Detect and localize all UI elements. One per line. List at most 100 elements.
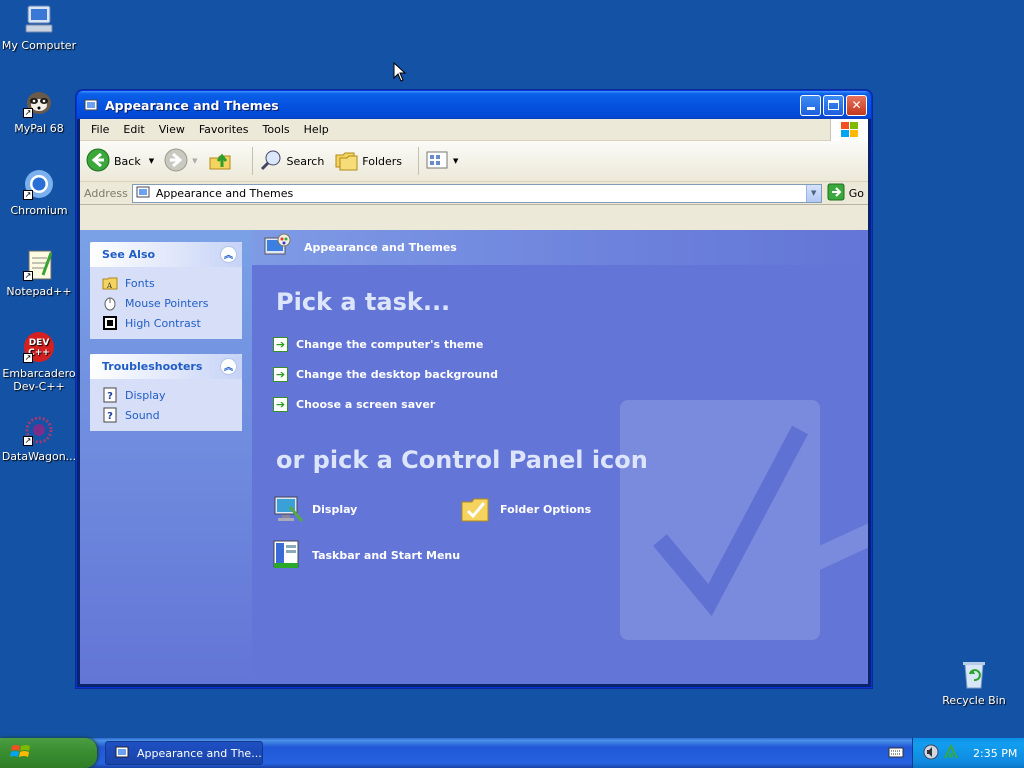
go-arrow-icon <box>827 183 845 204</box>
window-title: Appearance and Themes <box>105 97 279 113</box>
svg-text:?: ? <box>107 391 113 402</box>
cp-icon-folder-options[interactable]: Folder Options <box>460 493 591 525</box>
link-fonts[interactable]: A Fonts <box>102 273 230 293</box>
link-display-troubleshooter[interactable]: ? Display <box>102 385 230 405</box>
views-icon <box>425 149 449 174</box>
folders-label: Folders <box>362 154 403 168</box>
task-screen-saver[interactable]: ➔ Choose a screen saver <box>273 397 435 412</box>
pick-task-heading: Pick a task... <box>276 288 451 316</box>
collapse-chevron-icon[interactable]: ︽ <box>220 246 237 263</box>
menu-help[interactable]: Help <box>297 123 336 136</box>
troubleshooters-title: Troubleshooters <box>102 360 203 373</box>
desktop-icon-mypal[interactable]: ↗ MyPal 68 <box>0 86 78 135</box>
address-page-icon <box>135 184 151 203</box>
link-label: Sound <box>125 408 160 422</box>
menu-favorites[interactable]: Favorites <box>192 123 256 136</box>
desktop-icon-my-computer[interactable]: My Computer <box>0 3 78 52</box>
datawagon-icon: ↗ <box>23 414 55 446</box>
task-label: Change the desktop background <box>296 368 498 381</box>
standard-toolbar: Back ▼ ▼ Search Folders ▼ <box>80 141 868 182</box>
forward-arrow-icon <box>164 148 188 175</box>
cp-icon-label: Folder Options <box>500 502 592 516</box>
desktop-icon-notepadpp[interactable]: ↗ Notepad++ <box>0 249 78 298</box>
menu-tools[interactable]: Tools <box>256 123 297 136</box>
desktop-icon-label: Chromium <box>10 204 68 217</box>
mouse-icon <box>102 295 118 311</box>
views-button[interactable]: ▼ <box>425 149 458 174</box>
title-bar[interactable]: Appearance and Themes ✕ <box>77 91 871 119</box>
window-client: File Edit View Favorites Tools Help Back… <box>80 119 868 684</box>
windows-flag-icon <box>10 742 32 765</box>
computer-icon <box>23 3 55 35</box>
desktop-icon-label: Recycle Bin <box>942 694 1006 707</box>
address-label: Address <box>84 186 128 200</box>
cp-icon-taskbar-start-menu[interactable]: Taskbar and Start Menu <box>272 539 460 571</box>
fonts-folder-icon: A <box>102 275 118 291</box>
link-label: High Contrast <box>125 316 201 330</box>
back-dropdown-icon[interactable]: ▼ <box>149 157 154 165</box>
minimize-icon <box>806 107 815 110</box>
keyboard-icon[interactable] <box>888 744 904 760</box>
back-button[interactable]: Back ▼ <box>86 148 154 175</box>
network-icon[interactable] <box>943 743 959 763</box>
link-mouse-pointers[interactable]: Mouse Pointers <box>102 293 230 313</box>
troubleshooters-header[interactable]: Troubleshooters ︽ <box>90 354 242 379</box>
address-field[interactable]: Appearance and Themes ▼ <box>131 183 822 203</box>
address-dropdown-icon[interactable]: ▼ <box>805 184 821 202</box>
control-panel-icon <box>83 97 99 113</box>
desktop-icon-label: Notepad++ <box>6 285 72 298</box>
desktop-icon-chromium[interactable]: ↗ Chromium <box>0 168 78 217</box>
task-pane: See Also ︽ A Fonts Mouse Pointers High C… <box>80 230 252 684</box>
desktop-icon-datawagon[interactable]: ↗ DataWagon... <box>0 414 78 463</box>
task-arrow-icon: ➔ <box>273 337 288 352</box>
go-button[interactable]: Go <box>827 183 864 204</box>
close-icon: ✕ <box>851 98 862 112</box>
shortcut-arrow-icon: ↗ <box>23 271 33 281</box>
shortcut-arrow-icon: ↗ <box>23 108 33 118</box>
see-also-header[interactable]: See Also ︽ <box>90 242 242 267</box>
start-button[interactable] <box>0 738 97 768</box>
high-contrast-icon <box>102 315 118 331</box>
forward-button[interactable]: ▼ <box>164 148 198 175</box>
taskbar-window-button[interactable]: Appearance and The... <box>105 741 263 765</box>
task-change-background[interactable]: ➔ Change the desktop background <box>273 367 498 382</box>
toolbar-separator <box>251 147 253 175</box>
cp-icon-display[interactable]: Display <box>272 493 357 525</box>
desktop-icon-label: My Computer <box>1 39 77 52</box>
task-label: Choose a screen saver <box>296 398 436 411</box>
collapse-chevron-icon[interactable]: ︽ <box>220 358 237 375</box>
mouse-cursor-icon <box>393 62 407 82</box>
link-label: Fonts <box>125 276 155 290</box>
menu-view[interactable]: View <box>152 123 192 136</box>
close-button[interactable]: ✕ <box>846 94 867 116</box>
folders-button[interactable]: Folders <box>334 148 402 175</box>
maximize-button[interactable] <box>823 94 844 116</box>
menu-file[interactable]: File <box>84 123 116 136</box>
raccoon-icon: ↗ <box>23 86 55 118</box>
taskbar: Appearance and The... 2:35 PM <box>0 738 1024 768</box>
folders-icon <box>334 148 358 175</box>
cp-icon-label: Taskbar and Start Menu <box>312 548 461 562</box>
task-change-theme[interactable]: ➔ Change the computer's theme <box>273 337 483 352</box>
minimize-button[interactable] <box>800 94 821 116</box>
desktop-icon-label: DataWagon... <box>1 450 77 463</box>
svg-text:A: A <box>106 282 113 290</box>
speaker-icon[interactable] <box>923 744 939 763</box>
address-value: Appearance and Themes <box>155 186 294 200</box>
task-label: Change the computer's theme <box>296 338 484 351</box>
taskbar-window-label: Appearance and The... <box>137 746 262 760</box>
up-folder-button[interactable] <box>208 148 236 175</box>
taskbar-clock[interactable]: 2:35 PM <box>973 747 1017 760</box>
link-sound-troubleshooter[interactable]: ? Sound <box>102 405 230 425</box>
desktop-icon-recycle-bin[interactable]: Recycle Bin <box>935 658 1013 707</box>
maximize-icon <box>828 100 839 110</box>
menu-edit[interactable]: Edit <box>116 123 151 136</box>
link-high-contrast[interactable]: High Contrast <box>102 313 230 333</box>
desktop-icon-devcpp[interactable]: DEV C++ ↗ Embarcadero Dev-C++ <box>0 331 78 393</box>
desktop-icon-label: Embarcadero Dev-C++ <box>2 367 76 393</box>
search-button[interactable]: Search <box>259 148 324 175</box>
folder-options-icon <box>460 493 492 525</box>
forward-dropdown-icon: ▼ <box>192 157 198 165</box>
pick-icon-heading: or pick a Control Panel icon <box>276 446 648 474</box>
views-dropdown-icon: ▼ <box>453 157 459 165</box>
